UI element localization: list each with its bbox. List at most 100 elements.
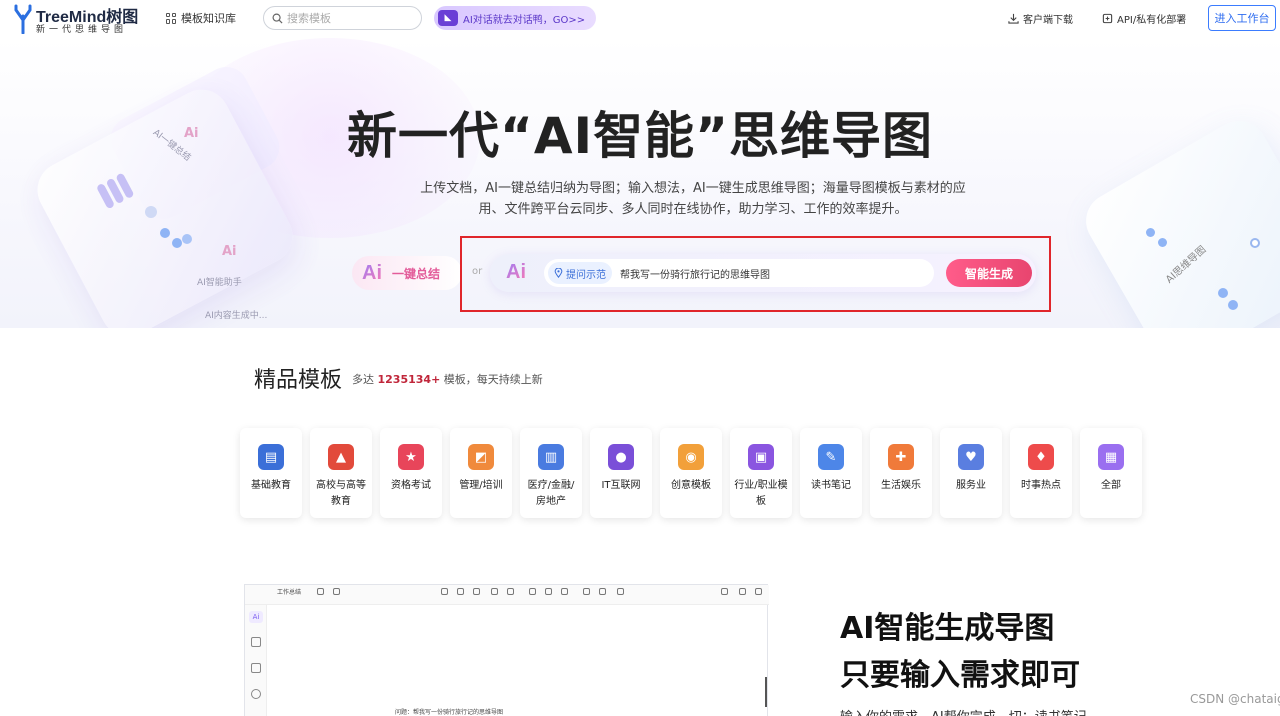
client-download-link[interactable]: 客户端下载 [1008, 11, 1073, 26]
template-category-label: 读书笔记 [811, 480, 851, 491]
toolbar-icon [615, 588, 625, 600]
gamepad-icon: ✚ [888, 444, 914, 470]
logo-slogan: 新一代思维导图 [36, 25, 128, 35]
ai-icon: Ai [362, 261, 382, 284]
template-category-label: 服务业 [956, 480, 986, 491]
template-category-label: 医疗/金融/房地产 [527, 480, 575, 507]
app-preview-sidebar: Ai [245, 605, 267, 716]
highlight-box [460, 236, 1051, 312]
api-deploy-link[interactable]: API/私有化部署 [1102, 11, 1186, 26]
apps-icon: ▦ [1098, 444, 1124, 470]
template-category-card[interactable]: ◩ 管理/培训 [450, 428, 512, 518]
templates-count: 1235134+ [377, 373, 441, 386]
toolbar-icon [471, 588, 481, 600]
top-header: TreeMind树图 新一代思维导图 模板知识库 ◣ AI对话就去对话鸭，GO>… [0, 0, 1280, 38]
templates-sub-suffix: 模板，每天持续上新 [443, 373, 543, 386]
search-box[interactable] [263, 6, 422, 30]
nav-template-library-label: 模板知识库 [181, 12, 236, 25]
template-category-card[interactable]: ♦ 时事热点 [1010, 428, 1072, 518]
template-category-label: 时事热点 [1021, 480, 1061, 491]
enter-workspace-button[interactable]: 进入工作台 [1208, 5, 1276, 31]
template-category-label: 高校与高等教育 [316, 480, 366, 507]
api-deploy-label: API/私有化部署 [1117, 15, 1187, 26]
app-preview-screenshot: 工作总结 Ai 问题：帮我写一份骑行旅行记的思维导图 [244, 584, 769, 716]
template-category-card[interactable]: ✚ 生活娱乐 [870, 428, 932, 518]
toolbar-icon [719, 588, 729, 600]
toolbar-icon [315, 588, 325, 600]
graduation-cap-icon: ▲ [328, 444, 354, 470]
search-icon [272, 13, 283, 24]
feature-heading: AI智能生成导图 [840, 611, 1055, 646]
toolbar-icon [527, 588, 537, 600]
quick-summary-button[interactable]: Ai 一键总结 [352, 256, 462, 290]
templates-title: 精品模板 [254, 368, 343, 393]
template-category-card[interactable]: ● IT互联网 [590, 428, 652, 518]
search-input[interactable] [287, 11, 407, 25]
certificate-icon: ★ [398, 444, 424, 470]
feature-subheading: 只要输入需求即可 [840, 658, 1080, 693]
hero-title: 新一代“AI智能”思维导图 [346, 107, 934, 165]
toolbar-icon [331, 588, 341, 600]
deco-dot [1218, 288, 1228, 298]
template-category-card[interactable]: ▤ 基础教育 [240, 428, 302, 518]
template-category-card[interactable]: ▲ 高校与高等教育 [310, 428, 372, 518]
lightbulb-icon: ◉ [678, 444, 704, 470]
material-icon [251, 663, 261, 673]
toolbar-icon [581, 588, 591, 600]
deco-label: AI智能助手 [197, 278, 242, 288]
deco-dot [160, 228, 170, 238]
duck-icon: ◣ [438, 10, 458, 26]
presentation-icon: ◩ [468, 444, 494, 470]
deco-dot [1250, 238, 1260, 248]
template-category-card[interactable]: ✎ 读书笔记 [800, 428, 862, 518]
toolbar-icon [559, 588, 569, 600]
toolbar-icon [489, 588, 499, 600]
outline-icon [251, 637, 261, 647]
deco-dot [1228, 300, 1238, 310]
template-category-card[interactable]: ▥ 医疗/金融/房地产 [520, 428, 582, 518]
logo[interactable]: TreeMind树图 新一代思维导图 [12, 3, 140, 35]
ai-chat-promo[interactable]: ◣ AI对话就去对话鸭，GO>> [434, 6, 596, 30]
template-category-card[interactable]: ▣ 行业/职业模板 [730, 428, 792, 518]
app-preview-toolbar: 工作总结 [245, 585, 769, 605]
templates-subtitle: 多达 1235134+ 模板，每天持续上新 [352, 371, 543, 387]
deco-dot [182, 234, 192, 244]
template-category-list: ▤ 基础教育 ▲ 高校与高等教育 ★ 资格考试 ◩ 管理/培训 ▥ 医疗/金融/房地产 ●… [240, 428, 1150, 520]
toolbar-icon [505, 588, 515, 600]
hero-description: 上传文档，AI一键总结归纳为导图；输入想法，AI一键生成思维导图；海量导图模板与… [420, 181, 966, 217]
quick-summary-label: 一键总结 [392, 266, 441, 281]
ai-chat-promo-label: AI对话就去对话鸭，GO>> [463, 14, 586, 26]
app-preview-breadcrumb: 工作总结 [277, 589, 302, 596]
client-download-label: 客户端下载 [1023, 15, 1073, 26]
scrollbar[interactable] [765, 677, 767, 707]
csdn-watermark: CSDN @chataigc [1190, 692, 1280, 706]
template-category-card[interactable]: ▦ 全部 [1080, 428, 1142, 518]
template-category-label: 行业/职业模板 [734, 480, 788, 507]
feature-description: 输入你的需求，AI帮你完成，切：读书笔记 [840, 706, 1087, 716]
toolbar-icon [753, 588, 763, 600]
nav-template-library[interactable]: 模板知识库 [166, 10, 236, 26]
template-category-label: 全部 [1101, 480, 1121, 491]
hero-section: AI一键总结 Ai Ai AI智能助手 AI内容生成中... AI思维导图 新一… [0, 38, 1280, 328]
toolbar-icon [455, 588, 465, 600]
template-category-card[interactable]: ◉ 创意模板 [660, 428, 722, 518]
toolbar-icon [439, 588, 449, 600]
template-category-label: 资格考试 [391, 480, 431, 491]
template-category-card[interactable]: ★ 资格考试 [380, 428, 442, 518]
template-category-card[interactable]: ♥ 服务业 [940, 428, 1002, 518]
app-preview-query: 问题：帮我写一份骑行旅行记的思维导图 [395, 709, 504, 716]
flame-icon: ♦ [1028, 444, 1054, 470]
ai-icon: Ai [249, 611, 263, 623]
deco-dot [1158, 238, 1167, 247]
templates-sub-prefix: 多达 [352, 373, 374, 386]
grid-icon [166, 12, 177, 24]
template-category-label: 创意模板 [671, 480, 711, 491]
toolbar-icon [737, 588, 747, 600]
deco-label: AI内容生成中... [205, 311, 268, 321]
book-icon: ▤ [258, 444, 284, 470]
template-category-label: 管理/培训 [459, 480, 503, 491]
briefcase-icon: ▣ [748, 444, 774, 470]
toolbar-icon [543, 588, 553, 600]
theme-icon [251, 689, 261, 699]
notebook-icon: ✎ [818, 444, 844, 470]
